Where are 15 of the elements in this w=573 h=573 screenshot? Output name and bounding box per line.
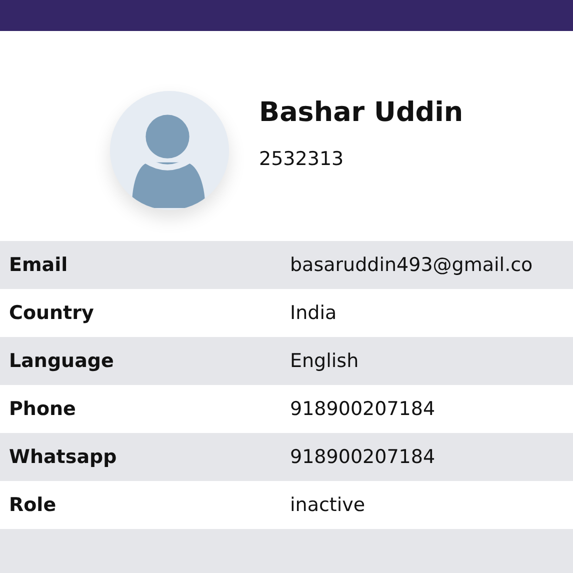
profile-id: 2532313 (259, 148, 345, 170)
field-value: India (290, 302, 337, 324)
field-label: Role (8, 494, 58, 516)
field-value: inactive (290, 494, 366, 516)
field-label: Language (8, 350, 115, 372)
field-label: Whatsapp (8, 446, 118, 468)
profile-name: Bashar Uddin (259, 97, 464, 128)
field-label: Phone (8, 398, 77, 420)
field-label: Email (8, 254, 69, 276)
field-value: basaruddin493@gmail.co (290, 254, 533, 276)
field-value: English (290, 350, 359, 372)
avatar-icon (110, 91, 229, 210)
field-value: 918900207184 (290, 446, 436, 468)
field-value: 918900207184 (290, 398, 436, 420)
field-label: Country (8, 302, 95, 324)
